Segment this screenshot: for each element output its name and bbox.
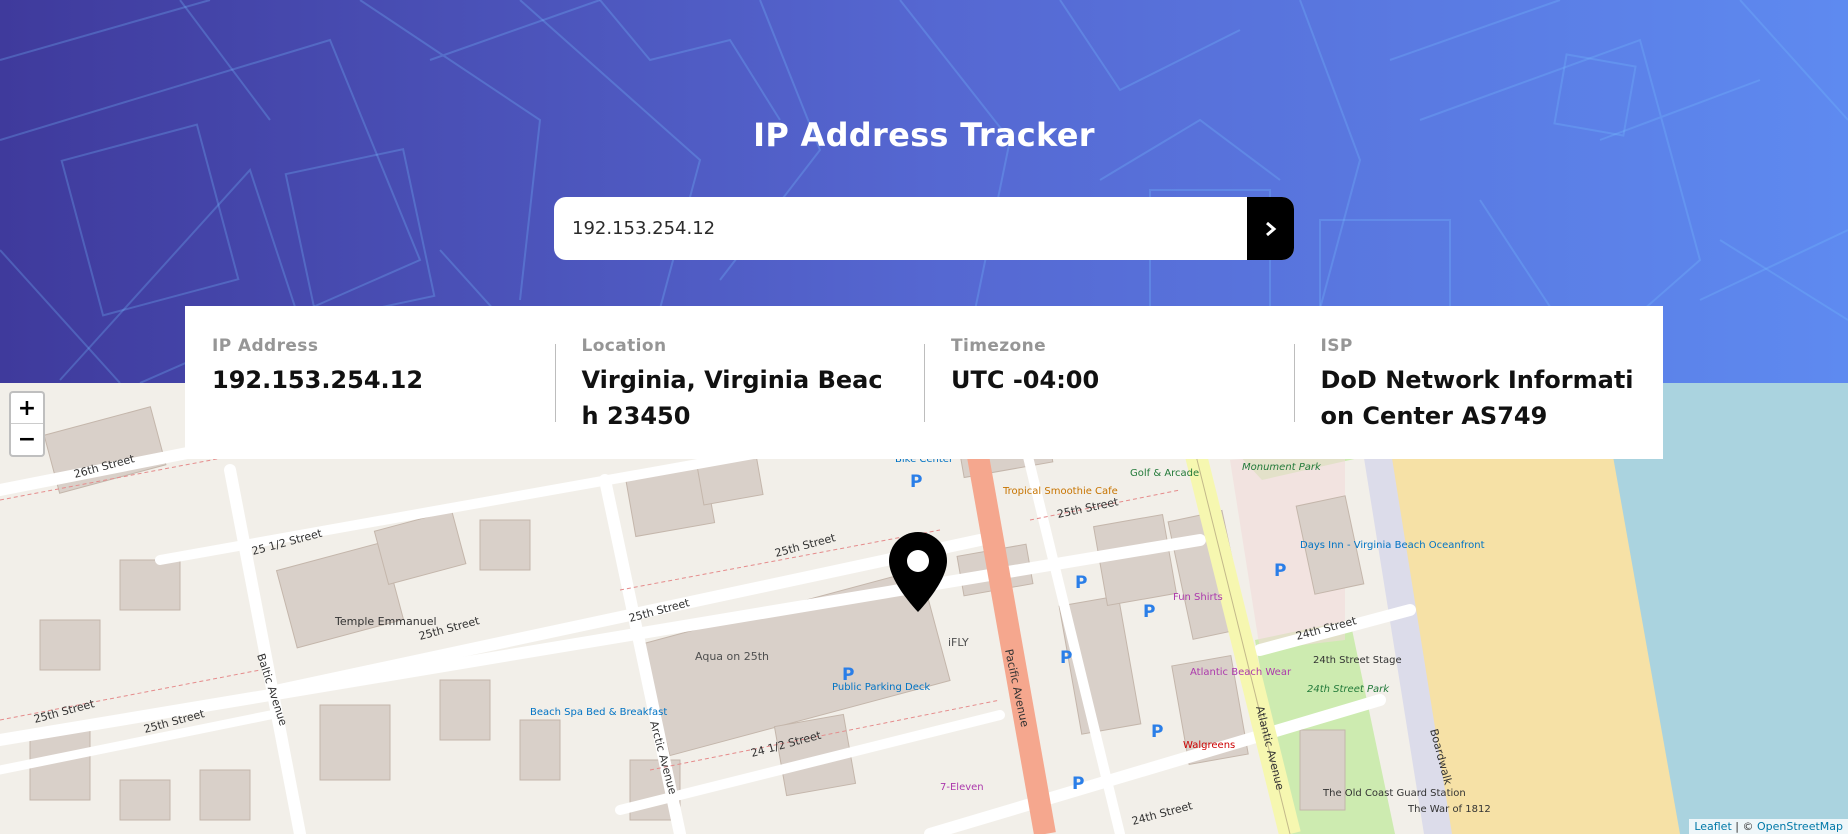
svg-text:P: P (910, 472, 922, 492)
label-fun-shirts: Fun Shirts (1173, 592, 1223, 603)
label-25th-street-3: 25th Street (773, 531, 837, 560)
label-24th-street-stage: 24th Street Stage (1313, 655, 1402, 666)
leaflet-link[interactable]: Leaflet (1694, 820, 1731, 833)
label-walgreens: Walgreens (1183, 740, 1235, 751)
ip-info-card: IP Address 192.153.254.12 Location Virgi… (185, 306, 1663, 459)
isp-value: DoD Network Information Center AS749 (1320, 366, 1634, 430)
ip-address-section: IP Address 192.153.254.12 (185, 306, 555, 459)
ip-search-input[interactable] (554, 197, 1247, 260)
ip-address-value: 192.153.254.12 (212, 366, 424, 394)
isp-label: ISP (1320, 336, 1353, 356)
label-7-eleven: 7-Eleven (940, 782, 984, 793)
label-monument-park: Monument Park (1242, 462, 1322, 473)
location-label: Location (581, 336, 667, 356)
label-25-half-street: 25 1/2 Street (250, 526, 324, 557)
timezone-value: UTC -04:00 (951, 366, 1100, 394)
ip-address-label: IP Address (212, 336, 319, 356)
location-value: Virginia, Virginia Beach 23450 (581, 366, 883, 430)
label-war-of-1812: The War of 1812 (1407, 804, 1491, 815)
label-temple-emmanuel: Temple Emmanuel (334, 615, 437, 628)
label-atlantic-beach-wear: Atlantic Beach Wear (1190, 667, 1292, 678)
chevron-right-icon (1265, 221, 1276, 236)
zoom-out-button[interactable]: − (11, 424, 43, 455)
label-25th-street-4: 25th Street (1056, 495, 1120, 521)
map-attribution: Leaflet | © OpenStreetMap (1689, 819, 1848, 834)
label-aqua: Aqua on 25th (695, 650, 769, 663)
timezone-section: Timezone UTC -04:00 (924, 306, 1294, 459)
svg-text:P: P (1274, 561, 1286, 581)
zoom-in-button[interactable]: + (11, 393, 43, 424)
label-ifly: iFLY (948, 636, 969, 649)
label-days-inn: Days Inn - Virginia Beach Oceanfront (1300, 540, 1485, 551)
page-title: IP Address Tracker (753, 116, 1095, 154)
label-golf-arcade: Golf & Arcade (1130, 468, 1199, 479)
svg-text:P: P (1075, 573, 1087, 593)
location-section: Location Virginia, Virginia Beach 23450 (554, 306, 925, 459)
timezone-label: Timezone (951, 336, 1047, 356)
svg-text:P: P (1072, 774, 1084, 794)
label-beach-spa: Beach Spa Bed & Breakfast (530, 707, 667, 718)
label-coast-guard-station: The Old Coast Guard Station (1322, 788, 1466, 799)
svg-text:P: P (1143, 602, 1155, 622)
search-submit-button[interactable] (1247, 197, 1294, 260)
isp-section: ISP DoD Network Information Center AS749 (1293, 306, 1664, 459)
label-public-parking-deck: Public Parking Deck (832, 682, 930, 693)
ip-search-form (554, 197, 1294, 260)
label-24th-street-2: 24th Street (1130, 799, 1194, 828)
svg-text:P: P (1060, 648, 1072, 668)
label-24th-street-park: 24th Street Park (1307, 684, 1390, 695)
zoom-control: + − (9, 391, 45, 457)
label-tropical-smoothie: Tropical Smoothie Cafe (1002, 486, 1118, 497)
openstreetmap-link[interactable]: OpenStreetMap (1757, 820, 1843, 833)
attribution-separator: | © (1731, 820, 1757, 833)
svg-text:P: P (1151, 722, 1163, 742)
